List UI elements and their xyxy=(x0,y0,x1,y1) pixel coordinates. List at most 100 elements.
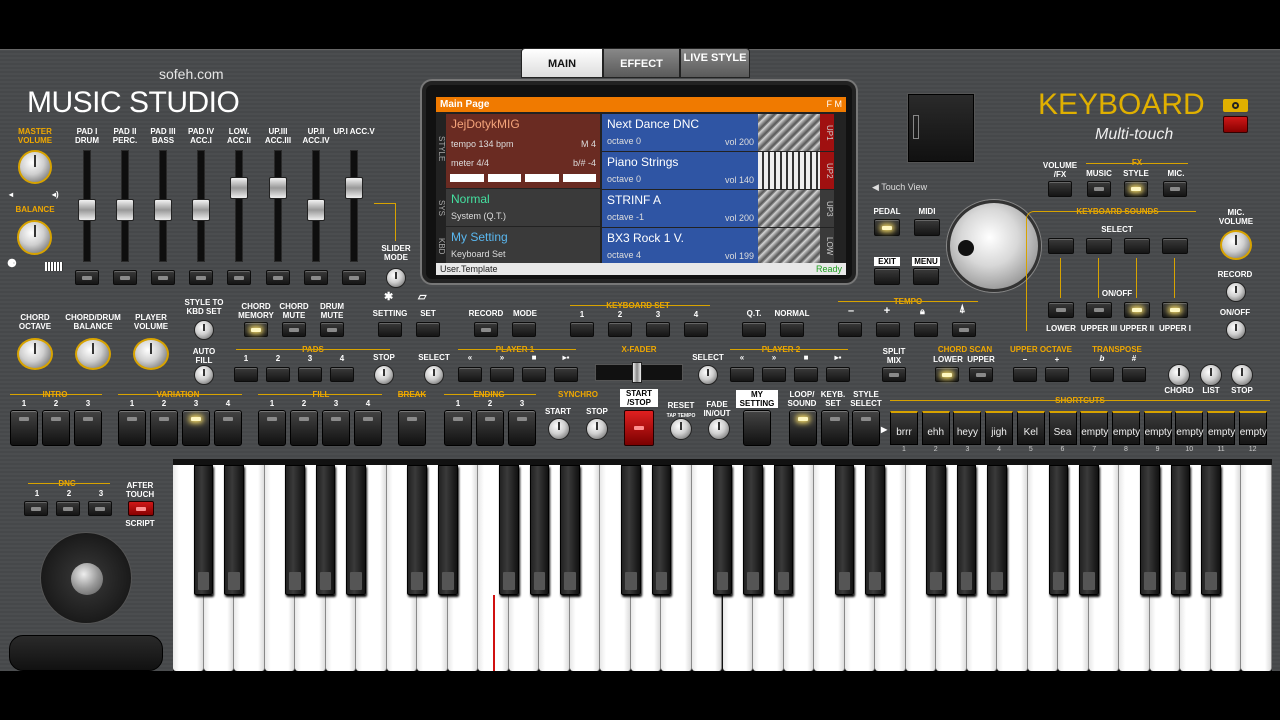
ending-button-1[interactable] xyxy=(444,410,472,446)
black-key[interactable] xyxy=(956,465,977,595)
kbd-cell[interactable]: My Setting Keyboard Set xyxy=(446,227,600,264)
player1-button-4[interactable] xyxy=(554,367,578,382)
shortcut-button-2[interactable]: ehh xyxy=(921,411,950,445)
slider-handle-5[interactable] xyxy=(230,177,248,199)
mic-record-knob[interactable] xyxy=(1226,282,1246,302)
dnc-button-2[interactable] xyxy=(56,501,80,516)
player2-select-knob[interactable] xyxy=(698,365,718,385)
slider-button-2[interactable] xyxy=(113,270,137,285)
drum-mute-button[interactable] xyxy=(320,322,344,337)
shortcut-button-6[interactable]: Sea xyxy=(1048,411,1077,445)
touch-view-label[interactable]: ◀ Touch View xyxy=(872,183,927,192)
slider-button-5[interactable] xyxy=(227,270,251,285)
slider-handle-6[interactable] xyxy=(269,177,287,199)
fx-style-button[interactable] xyxy=(1124,181,1148,197)
setting-button[interactable] xyxy=(378,322,402,337)
transpose-flat-button[interactable] xyxy=(1090,367,1114,382)
chord-mute-button[interactable] xyxy=(282,322,306,337)
keyboard-set-button-3[interactable] xyxy=(646,322,670,337)
player2-button-4[interactable] xyxy=(826,367,850,382)
xfader-handle[interactable] xyxy=(632,362,642,383)
split-mix-button[interactable] xyxy=(882,367,906,382)
shortcut-button-3[interactable]: heyy xyxy=(953,411,982,445)
player1-button-1[interactable] xyxy=(458,367,482,382)
synchro-stop-knob[interactable] xyxy=(586,418,608,440)
fill-button-1[interactable] xyxy=(258,410,286,446)
black-key[interactable] xyxy=(560,465,580,595)
shortcut-button-7[interactable]: empty xyxy=(1080,411,1108,445)
midi-button[interactable] xyxy=(914,219,940,236)
chord-drum-balance-knob[interactable] xyxy=(75,338,111,370)
slider-button-8[interactable] xyxy=(342,270,366,285)
player1-select-knob[interactable] xyxy=(424,365,444,385)
black-key[interactable] xyxy=(529,465,550,595)
pad-button-4[interactable] xyxy=(330,367,354,382)
sound-select-button-3[interactable] xyxy=(1124,238,1150,254)
chord-knob[interactable] xyxy=(1168,364,1190,386)
dnc-button-1[interactable] xyxy=(24,501,48,516)
player1-button-2[interactable] xyxy=(490,367,514,382)
menu-button[interactable] xyxy=(913,268,939,285)
keyb-set-button[interactable] xyxy=(821,410,849,446)
slider-button-1[interactable] xyxy=(75,270,99,285)
sys-cell[interactable]: Normal System (Q.T.) xyxy=(446,189,600,226)
chord-memory-button[interactable] xyxy=(244,322,268,337)
start-stop-button[interactable] xyxy=(624,410,654,446)
black-key[interactable] xyxy=(346,465,366,595)
slider-handle-2[interactable] xyxy=(116,199,134,221)
white-key[interactable] xyxy=(1241,465,1272,671)
dnc-button-3[interactable] xyxy=(88,501,112,516)
reset-knob[interactable] xyxy=(670,418,692,440)
pad-button-3[interactable] xyxy=(298,367,322,382)
list-knob[interactable] xyxy=(1200,364,1222,386)
black-key[interactable] xyxy=(1079,465,1099,595)
shortcut-button-12[interactable]: empty xyxy=(1238,411,1267,445)
slider-handle-3[interactable] xyxy=(154,199,172,221)
black-key[interactable] xyxy=(1140,465,1160,595)
player1-button-3[interactable] xyxy=(522,367,546,382)
tab-live-style[interactable]: LIVE STYLE xyxy=(680,48,750,78)
slider-button-3[interactable] xyxy=(151,270,175,285)
pedal-button[interactable] xyxy=(874,219,900,236)
mode-button[interactable] xyxy=(512,322,536,337)
volume-fx-button[interactable] xyxy=(1048,181,1072,197)
black-key[interactable] xyxy=(1201,465,1221,595)
synchro-start-knob[interactable] xyxy=(548,418,570,440)
pad-button-2[interactable] xyxy=(266,367,290,382)
black-key[interactable] xyxy=(315,465,336,595)
sound-select-button-1[interactable] xyxy=(1048,238,1074,254)
exit-button[interactable] xyxy=(874,268,900,285)
slot-1[interactable]: Next Dance DNC octave 0 vol 200 UP1 xyxy=(602,114,834,151)
tempo-minus-button[interactable] xyxy=(838,322,862,337)
player2-button-1[interactable] xyxy=(730,367,754,382)
fx-music-button[interactable] xyxy=(1087,181,1111,197)
chord-scan-upper-button[interactable] xyxy=(969,367,993,382)
intro-button-3[interactable] xyxy=(74,410,102,446)
joystick[interactable] xyxy=(40,532,132,624)
sound-onoff-button-4[interactable] xyxy=(1162,302,1188,318)
black-key[interactable] xyxy=(987,465,1007,595)
tempo-plus-button[interactable] xyxy=(876,322,900,337)
joystick-handle[interactable] xyxy=(71,563,103,595)
slider-button-7[interactable] xyxy=(304,270,328,285)
fill-button-3[interactable] xyxy=(322,410,350,446)
fade-knob[interactable] xyxy=(708,418,730,440)
black-key[interactable] xyxy=(926,465,946,595)
ending-button-3[interactable] xyxy=(508,410,536,446)
slot-3[interactable]: STRINF A octave -1 vol 200 UP3 xyxy=(602,190,834,227)
fx-mic-button[interactable] xyxy=(1163,181,1187,197)
shortcut-button-8[interactable]: empty xyxy=(1111,411,1140,445)
black-key[interactable] xyxy=(499,465,519,595)
set-button[interactable] xyxy=(416,322,440,337)
variation-button-1[interactable] xyxy=(118,410,146,446)
upper-octave-plus-button[interactable] xyxy=(1045,367,1069,382)
slot-4[interactable]: BX3 Rock 1 V. octave 4 vol 199 LOW xyxy=(602,228,834,265)
chord-octave-knob[interactable] xyxy=(17,338,53,370)
intro-button-2[interactable] xyxy=(42,410,70,446)
slider-handle-1[interactable] xyxy=(78,199,96,221)
black-key[interactable] xyxy=(1048,465,1069,595)
master-volume-knob[interactable] xyxy=(18,150,52,184)
black-key[interactable] xyxy=(865,465,885,595)
upper-octave-minus-button[interactable] xyxy=(1013,367,1037,382)
slider-button-4[interactable] xyxy=(189,270,213,285)
